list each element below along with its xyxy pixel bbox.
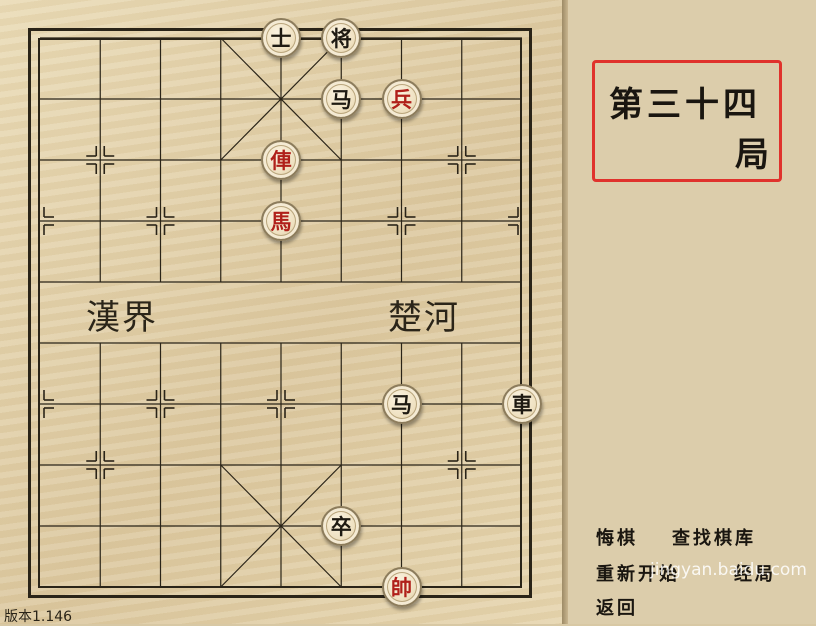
piece-black[interactable]: 将 [321,18,362,58]
piece-red[interactable]: 兵 [381,79,422,119]
river-label-han: 漢界 [86,298,158,338]
watermark-text: jingyan.baidu.com [650,560,807,580]
title-line-1: 第三十四 [609,85,761,125]
piece-black[interactable]: 卒 [321,506,362,546]
board-grid [40,37,522,588]
version-label: 版本1.146 [4,609,73,625]
piece-black[interactable]: 士 [261,18,301,58]
piece-red[interactable]: 馬 [261,201,301,241]
piece-black[interactable]: 马 [321,79,362,119]
piece-red[interactable]: 帥 [381,567,422,607]
undo-button[interactable]: 悔棋 [596,524,638,550]
piece-black[interactable]: 马 [381,384,422,424]
search-library-button[interactable]: 查找棋库 [672,524,756,550]
piece-red[interactable]: 俥 [261,140,301,180]
piece-black[interactable]: 車 [502,384,542,424]
title-box: 第三十四 局 [592,60,782,182]
river-label-chu: 楚河 [388,298,460,338]
back-button[interactable]: 返回 [596,594,638,620]
title-line-2: 局 [735,135,773,175]
